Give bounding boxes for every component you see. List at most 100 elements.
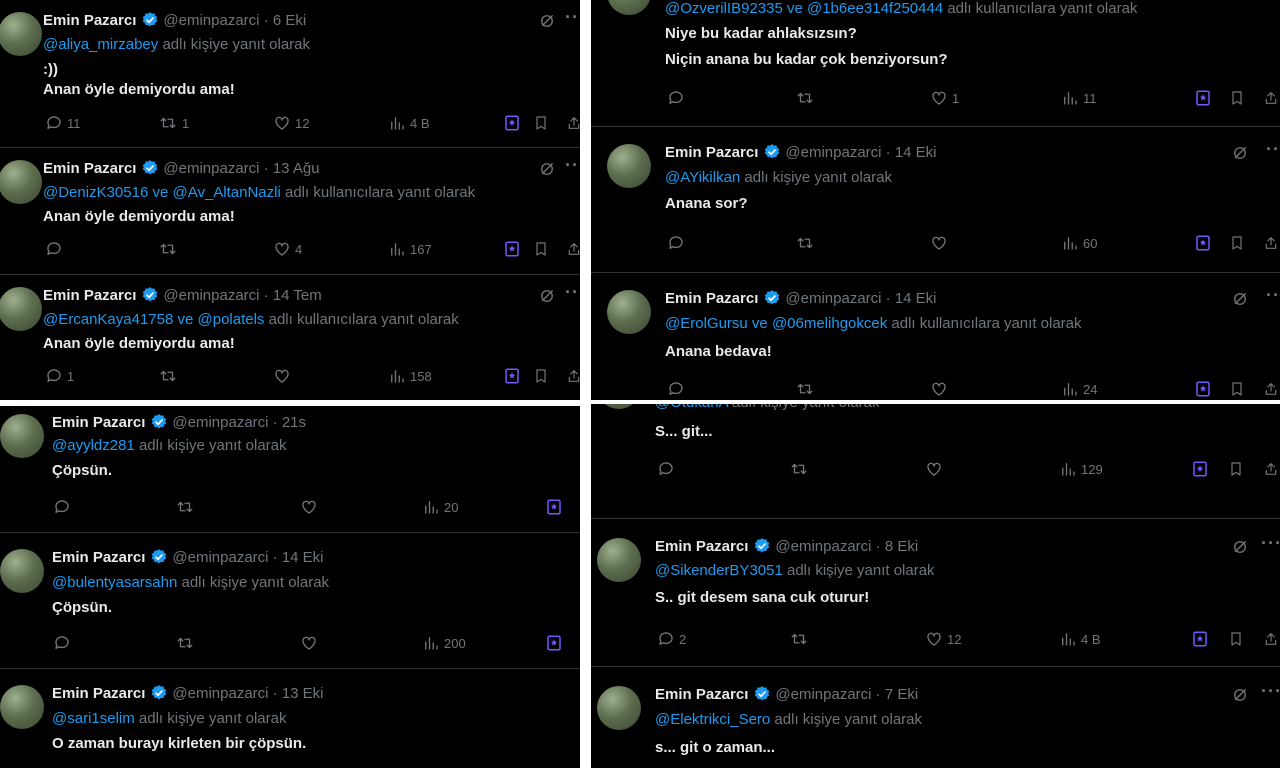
mention-link[interactable]: @SikenderBY3051 [655, 562, 783, 579]
grok-button[interactable] [545, 498, 563, 516]
reply-button[interactable] [667, 380, 685, 398]
author-handle[interactable]: @eminpazarci · 21s [172, 414, 306, 431]
avatar[interactable] [0, 414, 44, 458]
grok-button[interactable] [545, 634, 563, 652]
more-options-button[interactable]: ··· [1266, 285, 1280, 306]
author-name[interactable]: Emin Pazarcı [665, 290, 758, 307]
reply-button[interactable] [53, 498, 71, 516]
retweet-button[interactable] [158, 367, 178, 385]
like-button[interactable]: 4 [273, 240, 302, 258]
share-button[interactable] [566, 240, 580, 258]
mention-link[interactable]: @sari1selim [52, 710, 135, 727]
reply-button[interactable] [53, 634, 71, 652]
more-options-button[interactable]: ··· [565, 155, 580, 176]
tweet-12[interactable]: Emin Pazarcı @eminpazarci · 7 Eki @Elektri… [591, 666, 1280, 768]
bookmark-button[interactable] [533, 240, 549, 258]
avatar[interactable] [0, 549, 44, 593]
avatar[interactable] [0, 287, 42, 331]
grok-button[interactable] [1194, 380, 1212, 398]
grok-button[interactable] [1194, 234, 1212, 252]
avatar[interactable] [597, 538, 641, 582]
grok-icon[interactable] [1231, 290, 1249, 313]
mention-link[interactable]: @ErcanKaya41758 [43, 311, 173, 328]
grok-icon[interactable] [538, 160, 556, 183]
author-name[interactable]: Emin Pazarcı [655, 686, 748, 703]
author-handle[interactable]: @eminpazarci · 6 Eki [163, 12, 306, 29]
grok-button[interactable] [1194, 89, 1212, 107]
reply-button[interactable]: 2 [657, 630, 686, 648]
grok-button[interactable] [503, 367, 521, 385]
grok-icon[interactable] [1231, 686, 1249, 709]
bookmark-button[interactable] [533, 114, 549, 132]
more-options-button[interactable]: ··· [1261, 681, 1280, 702]
views-button[interactable]: 4 B [1059, 630, 1101, 648]
mention-link[interactable]: @AYikilkan [665, 169, 740, 186]
avatar[interactable] [0, 160, 42, 204]
grok-icon[interactable] [1231, 538, 1249, 561]
like-button[interactable] [930, 380, 948, 398]
author-name[interactable]: Emin Pazarcı [655, 538, 748, 555]
mention-link[interactable]: @1b6ee314f250444 [807, 0, 943, 17]
tweet-5[interactable]: Emin Pazarcı @eminpazarci · 14 Eki @AYikil… [591, 126, 1280, 273]
more-options-button[interactable]: ··· [565, 7, 580, 28]
like-button[interactable] [300, 634, 318, 652]
more-options-button[interactable]: ··· [565, 282, 580, 303]
tweet-6[interactable]: Emin Pazarcı @eminpazarci · 14 Eki @ErolGu… [591, 272, 1280, 400]
share-button[interactable] [1263, 89, 1279, 107]
author-name[interactable]: Emin Pazarcı [52, 414, 145, 431]
mention-link[interactable]: @polatels [198, 311, 265, 328]
mention-link[interactable]: @OtukanA [655, 404, 728, 411]
grok-icon[interactable] [538, 287, 556, 310]
bookmark-button[interactable] [1229, 234, 1245, 252]
tweet-9[interactable]: Emin Pazarcı @eminpazarci · 13 Eki @sari1s… [0, 668, 580, 768]
bookmark-button[interactable] [1228, 460, 1244, 478]
views-button[interactable]: 200 [422, 634, 466, 652]
grok-button[interactable] [503, 114, 521, 132]
author-name[interactable]: Emin Pazarcı [665, 144, 758, 161]
author-handle[interactable]: @eminpazarci · 14 Tem [163, 287, 321, 304]
retweet-button[interactable] [175, 498, 195, 516]
retweet-button[interactable] [795, 89, 815, 107]
reply-button[interactable]: 11 [45, 114, 81, 132]
reply-button[interactable] [657, 460, 675, 478]
avatar[interactable] [597, 404, 641, 409]
retweet-button[interactable] [175, 634, 195, 652]
retweet-button[interactable] [795, 234, 815, 252]
bookmark-button[interactable] [1229, 89, 1245, 107]
grok-icon[interactable] [1231, 144, 1249, 167]
bookmark-button[interactable] [533, 367, 549, 385]
avatar[interactable] [597, 686, 641, 730]
views-button[interactable]: 60 [1061, 234, 1097, 252]
mention-link[interactable]: @06melihgokcek [772, 315, 887, 332]
views-button[interactable]: 20 [422, 498, 458, 516]
mention-link[interactable]: @ErolGursu [665, 315, 748, 332]
views-button[interactable]: 129 [1059, 460, 1103, 478]
retweet-button[interactable]: 1 [158, 114, 189, 132]
avatar[interactable] [607, 144, 651, 188]
more-options-button[interactable]: ··· [1261, 533, 1280, 554]
views-button[interactable]: 158 [388, 367, 432, 385]
share-button[interactable] [566, 367, 580, 385]
mention-link[interactable]: @DenizK30516 [43, 184, 148, 201]
author-name[interactable]: Emin Pazarcı [43, 160, 136, 177]
tweet-11[interactable]: Emin Pazarcı @eminpazarci · 8 Eki @Sikende… [591, 518, 1280, 667]
tweet-7[interactable]: Emin Pazarcı @eminpazarci · 21s @ayyldz281… [0, 406, 580, 533]
views-button[interactable]: 24 [1061, 380, 1097, 398]
retweet-button[interactable] [795, 380, 815, 398]
avatar[interactable] [0, 685, 44, 729]
author-handle[interactable]: @eminpazarci · 8 Eki [775, 538, 918, 555]
bookmark-button[interactable] [1228, 630, 1244, 648]
like-button[interactable]: 12 [273, 114, 309, 132]
tweet-4[interactable]: @OzverilIB92335 ve @1b6ee314f250444 adlı… [591, 0, 1280, 127]
avatar[interactable] [0, 12, 42, 56]
share-button[interactable] [1263, 630, 1279, 648]
like-button[interactable]: 1 [930, 89, 959, 107]
like-button[interactable] [930, 234, 948, 252]
mention-link[interactable]: @OzverilIB92335 [665, 0, 783, 17]
grok-button[interactable] [503, 240, 521, 258]
share-button[interactable] [1263, 380, 1279, 398]
reply-button[interactable] [667, 234, 685, 252]
like-button[interactable] [925, 460, 943, 478]
reply-button[interactable] [45, 240, 63, 258]
views-button[interactable]: 167 [388, 240, 432, 258]
